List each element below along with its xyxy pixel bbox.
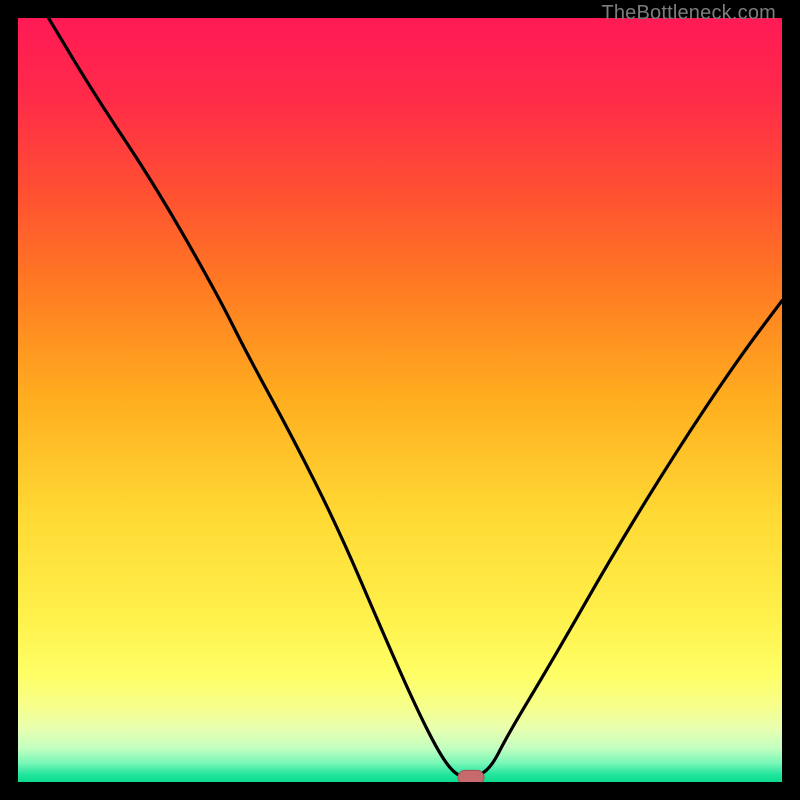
optimal-marker [458, 770, 484, 782]
bottleneck-plot [18, 18, 782, 782]
chart-frame [18, 18, 782, 782]
watermark-text: TheBottleneck.com [601, 2, 776, 25]
